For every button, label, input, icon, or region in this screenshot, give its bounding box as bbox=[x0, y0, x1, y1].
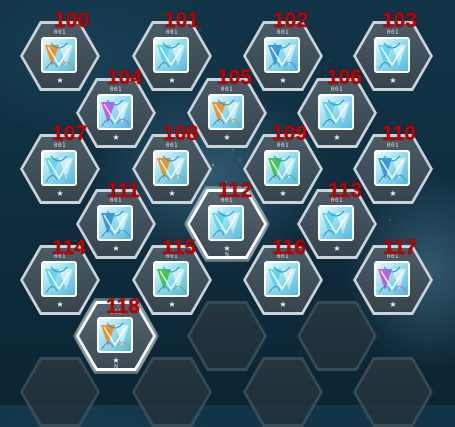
rarity-star-icon: ★ bbox=[56, 300, 64, 309]
slot-number-label: 108 bbox=[163, 122, 199, 145]
card-thumbnail bbox=[41, 261, 77, 297]
card-thumbnail bbox=[208, 94, 244, 130]
slot-number-label: 100 bbox=[54, 9, 90, 32]
slot-number-label: 102 bbox=[273, 9, 309, 32]
empty-slot-frame bbox=[300, 304, 374, 368]
slot-number-label: 105 bbox=[217, 66, 253, 89]
rarity-star-icon: ★ bbox=[389, 189, 397, 198]
slot-number-label: 104 bbox=[107, 66, 143, 89]
rarity-star-icon: ★ bbox=[279, 300, 287, 309]
slot-number-label: 118 bbox=[106, 295, 140, 318]
slot-number-label: 111 bbox=[107, 179, 140, 202]
empty-slot-frame bbox=[23, 360, 97, 424]
empty-slot-frame bbox=[135, 360, 209, 424]
card-thumbnail bbox=[264, 37, 300, 73]
empty-slot-frame bbox=[190, 304, 264, 368]
empty-slot bbox=[20, 357, 100, 427]
rarity-star-icon: ★ bbox=[56, 189, 64, 198]
rarity-star-icon: ★ bbox=[389, 76, 397, 85]
card-thumbnail bbox=[153, 150, 189, 186]
empty-slot bbox=[132, 357, 212, 427]
slot-number-label: 115 bbox=[162, 236, 196, 259]
slot-number-label: 101 bbox=[164, 9, 200, 32]
rarity-star-icon: ★ bbox=[168, 76, 176, 85]
empty-slot-frame bbox=[356, 360, 430, 424]
card-thumbnail bbox=[41, 150, 77, 186]
slot-number-label: 114 bbox=[52, 236, 86, 259]
empty-slot bbox=[353, 357, 433, 427]
card-thumbnail bbox=[97, 94, 133, 130]
slot-number-label: 116 bbox=[272, 236, 306, 259]
empty-slot bbox=[297, 301, 377, 371]
card-thumbnail bbox=[374, 150, 410, 186]
card-thumbnail bbox=[41, 37, 77, 73]
rarity-star-icon: ★ bbox=[333, 244, 341, 253]
slot-number-label: 110 bbox=[382, 122, 416, 145]
new-mark: N bbox=[114, 364, 118, 370]
card-thumbnail bbox=[318, 205, 354, 241]
card-thumbnail bbox=[264, 150, 300, 186]
rarity-star-icon: ★ bbox=[56, 76, 64, 85]
empty-slot bbox=[187, 301, 267, 371]
rarity-star-icon: ★ bbox=[168, 300, 176, 309]
card-thumbnail bbox=[374, 261, 410, 297]
card-thumbnail bbox=[97, 317, 133, 353]
card-thumbnail bbox=[153, 261, 189, 297]
rarity-star-icon: ★ bbox=[112, 133, 120, 142]
rarity-star-icon: ★ bbox=[333, 133, 341, 142]
slot-number-label: 106 bbox=[327, 66, 363, 89]
rarity-star-icon: ★ bbox=[279, 189, 287, 198]
rarity-star-icon: ★ bbox=[279, 76, 287, 85]
slot-number-label: 112 bbox=[218, 179, 252, 202]
slot-number-label: 107 bbox=[52, 122, 88, 145]
card-thumbnail bbox=[264, 261, 300, 297]
slot-number-label: 109 bbox=[272, 122, 308, 145]
rarity-star-icon: ★ bbox=[112, 244, 120, 253]
card-thumbnail bbox=[374, 37, 410, 73]
rarity-star-icon: ★ bbox=[389, 300, 397, 309]
card-thumbnail bbox=[208, 205, 244, 241]
slot-number-label: 117 bbox=[383, 236, 417, 259]
empty-slot-frame bbox=[246, 360, 320, 424]
rarity-star-icon: ★ bbox=[223, 133, 231, 142]
slot-number-label: 103 bbox=[382, 9, 418, 32]
card-thumbnail bbox=[153, 37, 189, 73]
card-thumbnail bbox=[97, 205, 133, 241]
empty-slot bbox=[243, 357, 323, 427]
card-thumbnail bbox=[318, 94, 354, 130]
new-mark: N bbox=[225, 252, 229, 258]
slot-number-label: 113 bbox=[328, 179, 362, 202]
